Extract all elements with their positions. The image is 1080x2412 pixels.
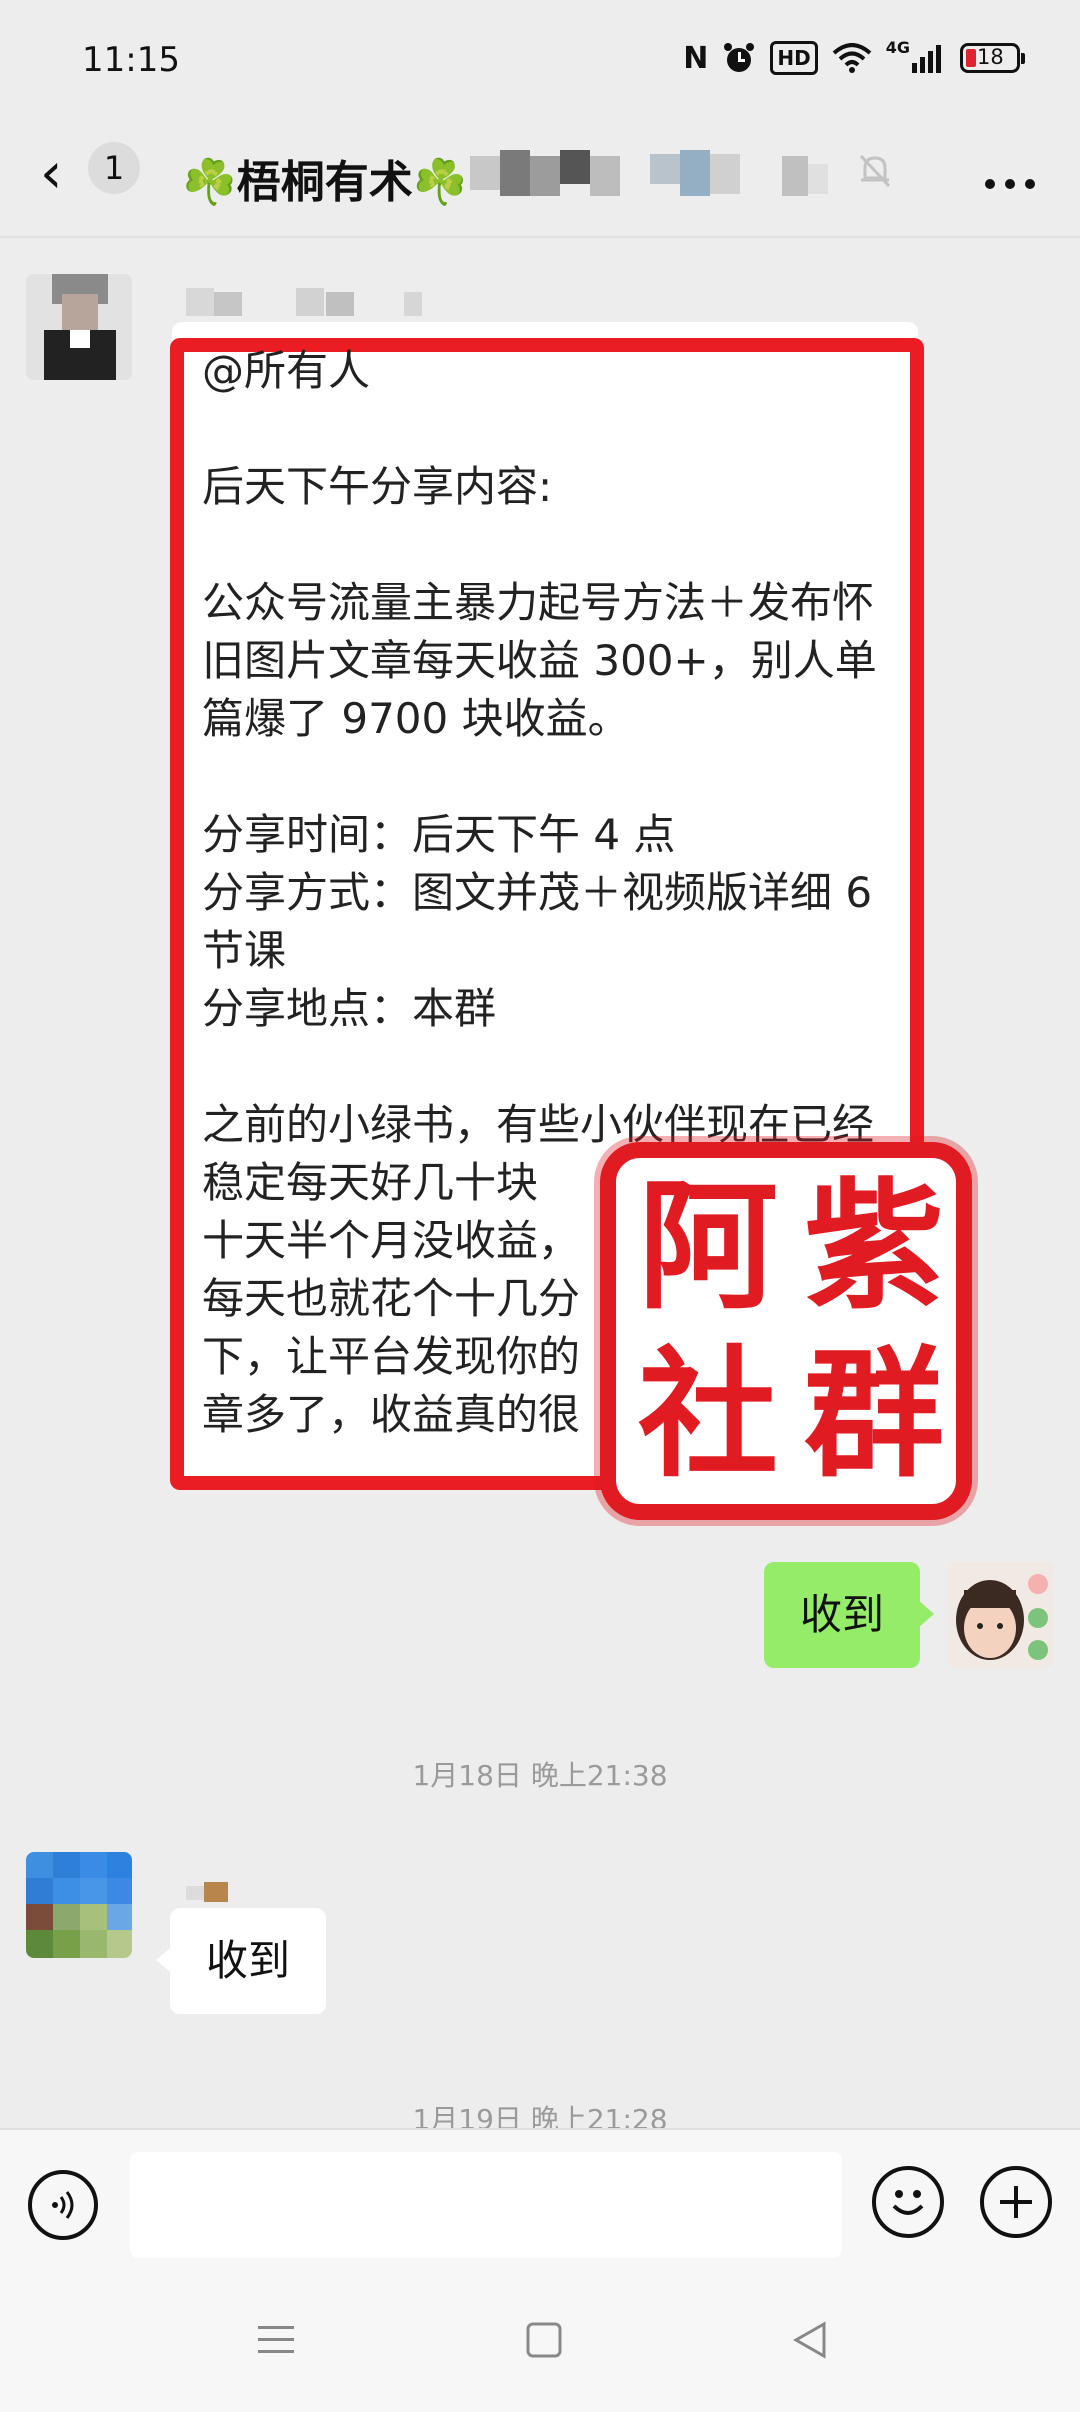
chat-title: ☘️梧桐有术☘️ [182, 157, 468, 208]
watermark-stamp: 阿 紫 社 群 [600, 1142, 972, 1520]
voice-icon [52, 2191, 74, 2219]
redacted-title-block [470, 150, 828, 196]
status-bar: 11:15 N HD 4G 18 [0, 0, 1080, 120]
watermark-char: 群 [804, 1333, 945, 1497]
mute-bell-icon [855, 150, 895, 199]
sender-avatar[interactable] [26, 274, 132, 380]
signal-icon: 4G [886, 38, 942, 78]
back-nav-button[interactable] [790, 2320, 830, 2371]
battery-icon: 18 [960, 43, 1025, 73]
more-actions-button[interactable] [980, 2166, 1052, 2238]
network-type-label: 4G [885, 38, 910, 57]
unread-count-badge[interactable]: 1 [88, 142, 140, 194]
emoji-button[interactable] [872, 2166, 944, 2238]
menu-icon [258, 2326, 294, 2353]
other-message-bubble[interactable]: 收到 [156, 1908, 326, 2014]
message-timestamp: 1月18日 晚上21:38 [412, 1759, 668, 1792]
system-navigation-bar [0, 2280, 1080, 2412]
clock: 11:15 [82, 40, 180, 80]
alarm-icon [722, 38, 756, 78]
voice-input-button[interactable] [28, 2170, 98, 2240]
header-divider [0, 236, 1080, 238]
hd-icon: HD [770, 41, 818, 75]
back-triangle-icon [792, 2321, 826, 2359]
chat-header: ‹ 1 ☘️梧桐有术☘️ [0, 120, 1080, 235]
home-square-icon [526, 2322, 562, 2358]
message-input[interactable] [130, 2152, 842, 2258]
sender-name-redacted [186, 288, 422, 316]
watermark-char: 紫 [804, 1165, 945, 1329]
plus-icon [1000, 2186, 1032, 2218]
my-message-bubble[interactable]: 收到 [764, 1562, 934, 1668]
input-bar [0, 2128, 1080, 2280]
watermark-char: 阿 [638, 1165, 779, 1329]
wifi-icon [832, 38, 872, 78]
sender-name-redacted [186, 1882, 228, 1902]
sender-avatar[interactable] [26, 1852, 132, 1958]
my-avatar[interactable] [948, 1562, 1054, 1668]
back-button[interactable]: ‹ [40, 144, 62, 204]
battery-level: 18 [977, 45, 1004, 69]
nfc-icon: N [683, 40, 709, 76]
watermark-char: 社 [638, 1333, 779, 1497]
menu-nav-button[interactable] [256, 2320, 296, 2371]
home-nav-button[interactable] [524, 2320, 564, 2371]
status-icons: N HD 4G 18 [683, 38, 1025, 78]
smiley-icon [892, 2190, 924, 2215]
more-options-icon[interactable] [982, 130, 1038, 202]
